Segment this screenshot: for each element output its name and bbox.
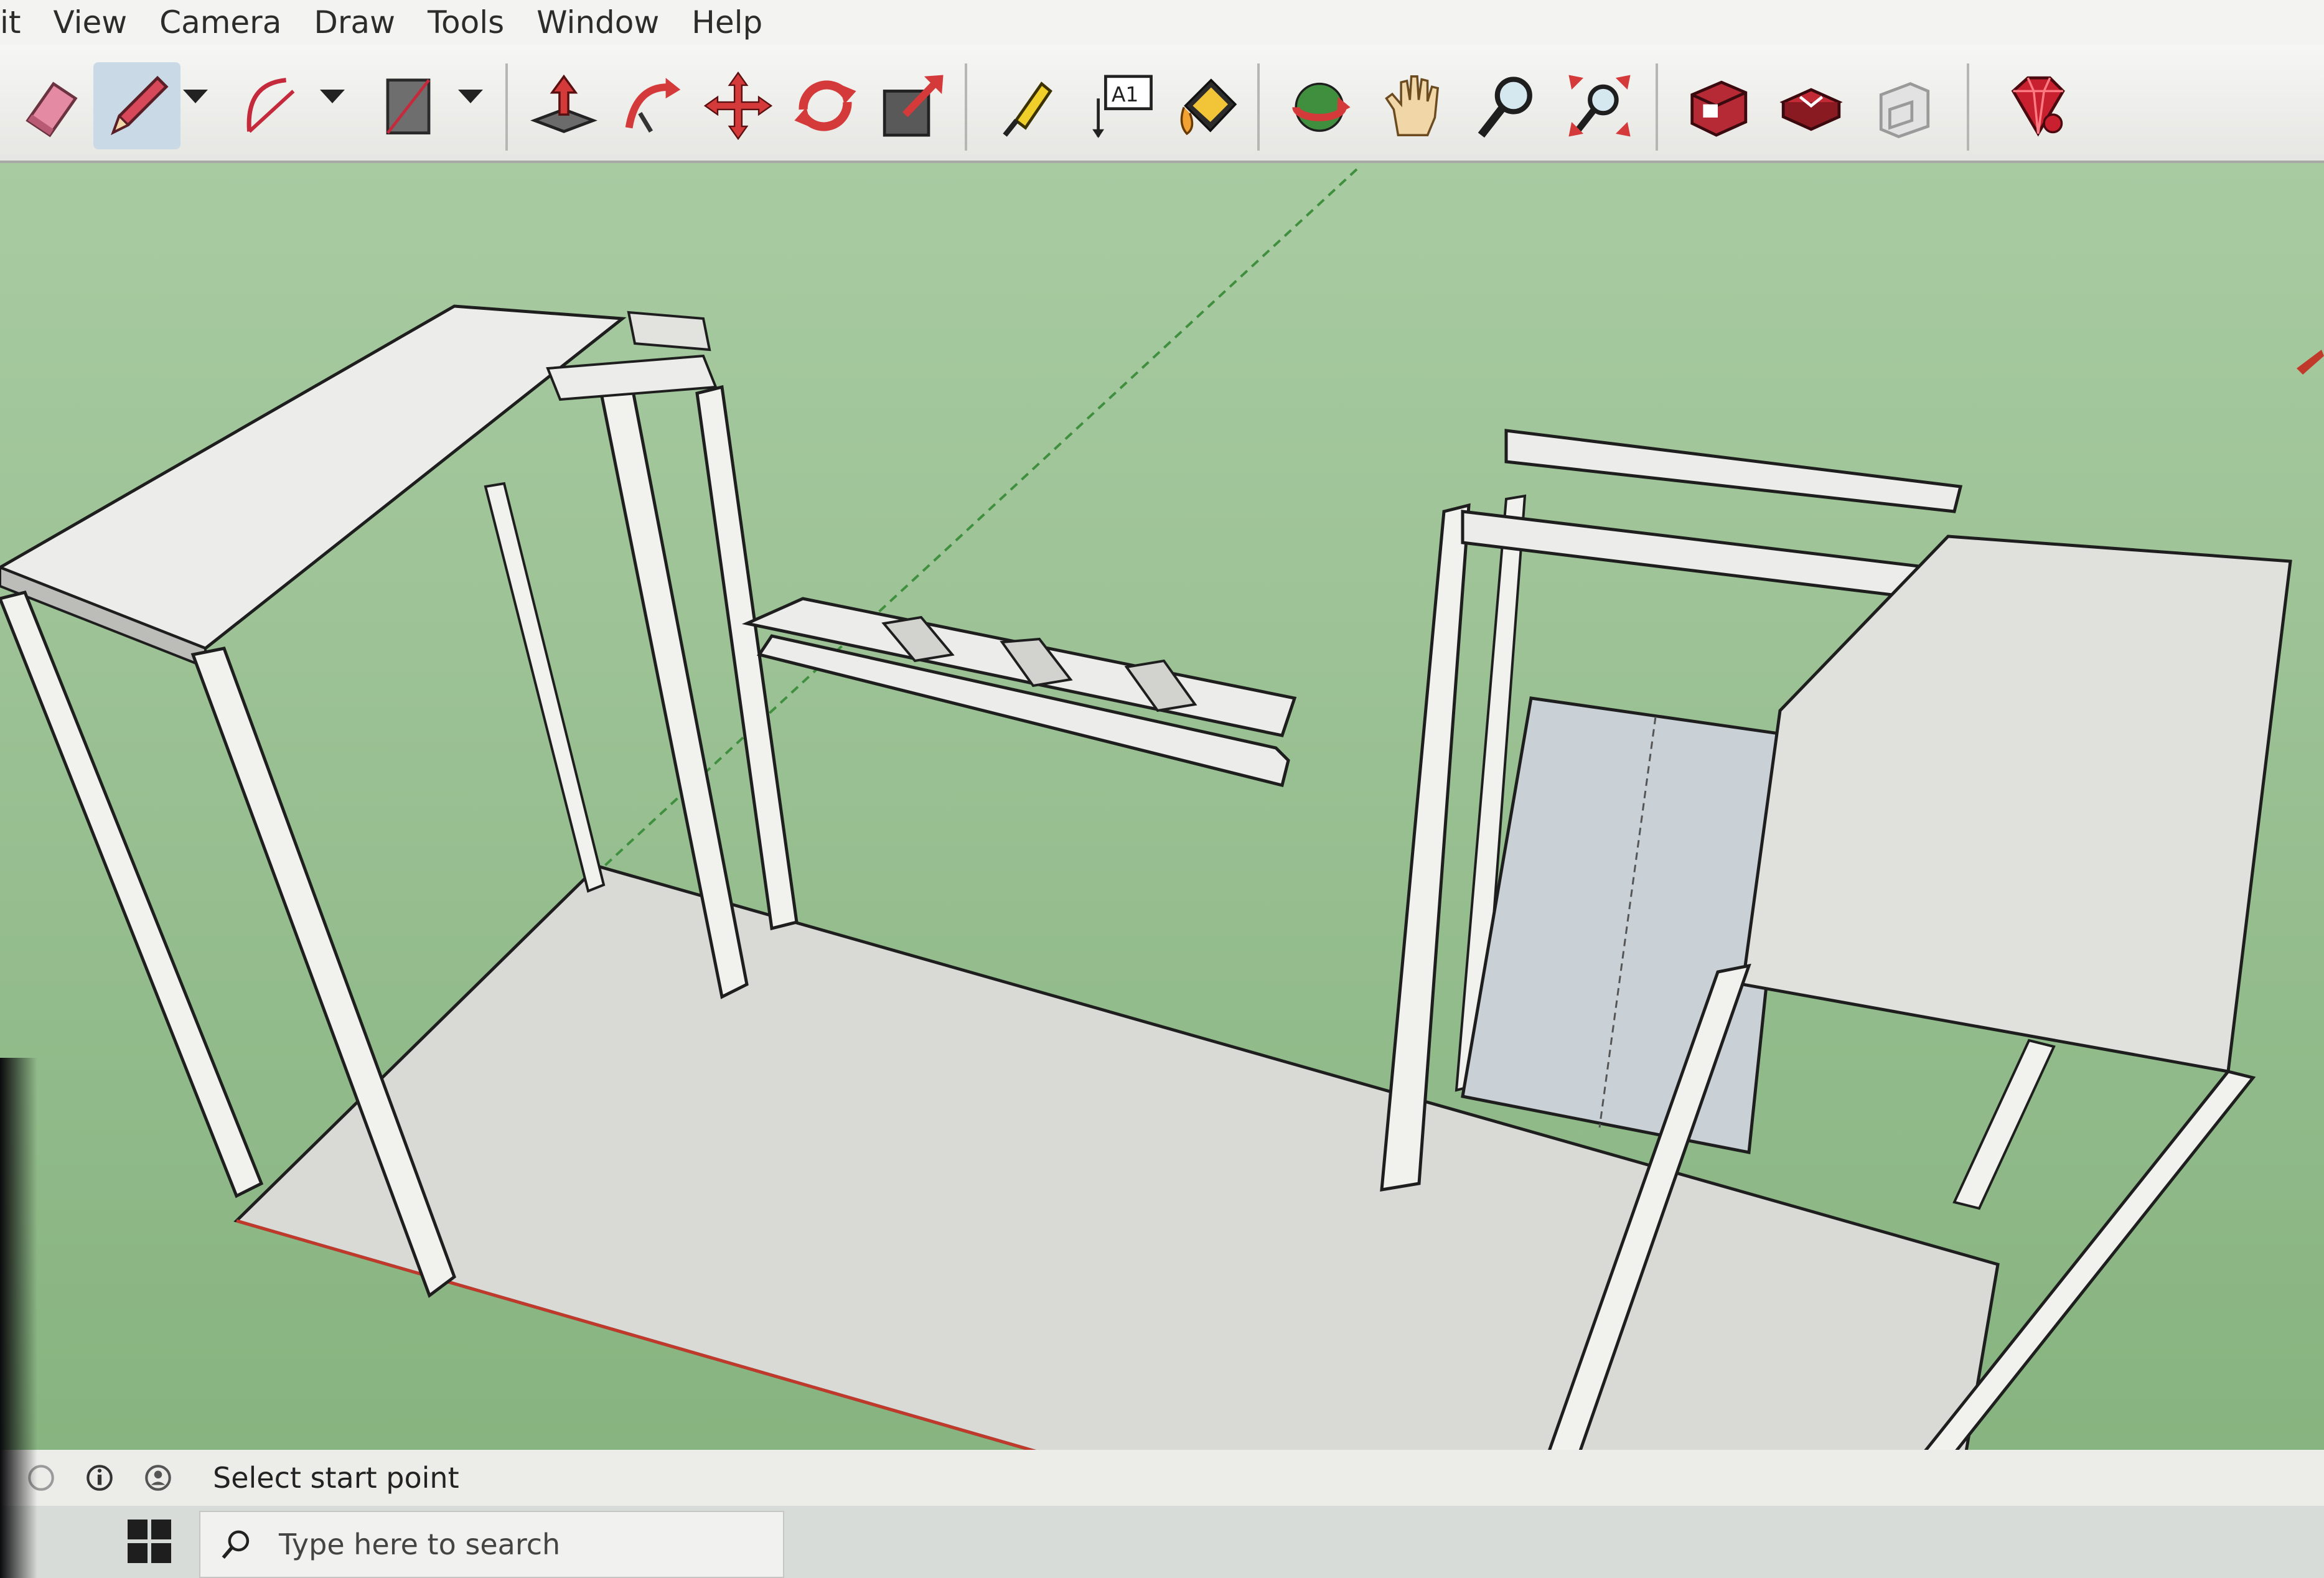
windows-start-icon[interactable] bbox=[128, 1520, 171, 1563]
sketchup-window: it View Camera Draw Tools Window Help A1… bbox=[0, 0, 2324, 1578]
rectangle-icon bbox=[386, 78, 431, 135]
pencil-dropdown-arrow[interactable] bbox=[183, 90, 208, 103]
tape-measure-tool-button[interactable] bbox=[983, 62, 1071, 149]
layout-icon bbox=[1879, 82, 1930, 139]
menu-draw[interactable]: Draw bbox=[314, 4, 395, 40]
arc-icon bbox=[246, 78, 295, 133]
push-pull-tool-button[interactable] bbox=[520, 62, 607, 149]
follow-me-icon bbox=[625, 78, 681, 133]
arc-dropdown-arrow[interactable] bbox=[320, 90, 345, 103]
tape-measure-icon bbox=[1003, 82, 1052, 137]
eraser-tool-button[interactable] bbox=[6, 62, 93, 149]
menu-camera[interactable]: Camera bbox=[159, 4, 281, 40]
toolbar-separator bbox=[965, 63, 967, 151]
ruby-console-tool-button[interactable] bbox=[1992, 62, 2079, 149]
warehouse-tool-button[interactable] bbox=[1674, 62, 1761, 149]
orbit-icon bbox=[1292, 82, 1351, 132]
ruby-icon bbox=[2011, 76, 2065, 137]
pan-tool-button[interactable] bbox=[1369, 62, 1456, 149]
eraser-icon bbox=[26, 82, 78, 138]
paint-bucket-tool-button[interactable] bbox=[1164, 62, 1251, 149]
rotate-icon bbox=[794, 80, 856, 131]
windows-taskbar: Type here to search bbox=[0, 1506, 2324, 1578]
text-tool-label: A1 bbox=[1112, 82, 1139, 106]
toolbar-separator bbox=[1967, 63, 1969, 151]
paint-bucket-icon bbox=[1180, 78, 1237, 136]
menu-window[interactable]: Window bbox=[536, 4, 659, 40]
layout-tool-button[interactable] bbox=[1861, 62, 1948, 149]
move-icon bbox=[703, 71, 773, 141]
menu-tools[interactable]: Tools bbox=[428, 4, 504, 40]
status-text: Select start point bbox=[213, 1461, 459, 1495]
menu-help[interactable]: Help bbox=[691, 4, 762, 40]
taskbar-search-box[interactable]: Type here to search bbox=[199, 1511, 784, 1578]
menu-view[interactable]: View bbox=[54, 4, 128, 40]
rectangle-dropdown-arrow[interactable] bbox=[458, 90, 483, 103]
scale-tool-button[interactable] bbox=[869, 62, 956, 149]
model-canvas bbox=[0, 163, 2324, 1485]
pencil-tool-button[interactable] bbox=[93, 62, 180, 149]
account-icon[interactable] bbox=[141, 1460, 176, 1495]
toolbar: A1 bbox=[0, 45, 2324, 163]
menu-edit[interactable]: it bbox=[0, 4, 21, 40]
rectangle-tool-button[interactable] bbox=[365, 62, 452, 149]
zoom-extents-tool-button[interactable] bbox=[1556, 62, 1643, 149]
text-tool-button[interactable]: A1 bbox=[1077, 62, 1164, 149]
move-tool-button[interactable] bbox=[695, 62, 782, 149]
orbit-tool-button[interactable] bbox=[1276, 62, 1363, 149]
zoom-tool-button[interactable] bbox=[1463, 62, 1550, 149]
warehouse-icon bbox=[1690, 80, 1748, 137]
extension-warehouse-icon bbox=[1779, 88, 1843, 131]
scale-icon bbox=[883, 75, 944, 137]
pencil-icon bbox=[110, 75, 169, 136]
status-bar: Select start point bbox=[0, 1450, 2324, 1506]
zoom-icon bbox=[1478, 77, 1532, 138]
toolbar-separator bbox=[1257, 63, 1260, 151]
follow-me-tool-button[interactable] bbox=[607, 62, 695, 149]
zoom-extents-icon bbox=[1568, 75, 1631, 137]
monitor-bezel bbox=[0, 1058, 37, 1578]
model-viewport[interactable] bbox=[0, 163, 2324, 1485]
push-pull-icon bbox=[530, 74, 597, 133]
pan-icon bbox=[1385, 75, 1440, 136]
extension-warehouse-tool-button[interactable] bbox=[1768, 62, 1855, 149]
search-icon bbox=[222, 1530, 250, 1559]
toolbar-separator bbox=[1656, 63, 1658, 151]
toolbar-separator bbox=[505, 63, 508, 151]
tower-cap bbox=[627, 310, 711, 352]
text-icon: A1 bbox=[1092, 75, 1153, 138]
search-placeholder: Type here to search bbox=[279, 1528, 561, 1561]
arc-tool-button[interactable] bbox=[228, 62, 315, 149]
rotate-tool-button[interactable] bbox=[782, 62, 869, 149]
menu-bar: it View Camera Draw Tools Window Help bbox=[0, 0, 2324, 45]
info-icon[interactable] bbox=[82, 1460, 117, 1495]
